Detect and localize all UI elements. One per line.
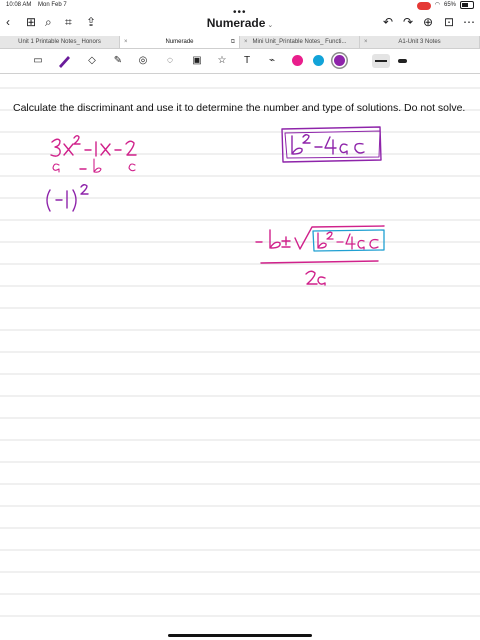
tab-label: Numerade (165, 39, 194, 45)
lasso-icon[interactable]: ◌ (162, 53, 178, 69)
redo-icon[interactable]: ↷ (403, 13, 413, 31)
tab-a1-unit-3-notes[interactable]: × A1-Unit 3 Notes (360, 36, 480, 48)
tab-numerade[interactable]: × Numerade ⧉ (120, 36, 240, 48)
status-right: ◠ 65% (416, 0, 474, 10)
status-date: Mon Feb 7 (38, 2, 67, 8)
annotation-toolbar: ▭ ◇ ✎ ◎ ◌ ▣ ☆ T ⌁ (0, 49, 480, 74)
chevron-down-icon: ⌄ (267, 22, 274, 29)
more-options-icon[interactable]: ⋯ (463, 13, 475, 31)
bookmark-page-icon[interactable]: ⊡ (444, 13, 454, 31)
handwriting-layer (46, 126, 385, 286)
tab-label: Mini Unit_Printable Notes_ Functi... (252, 39, 347, 45)
star-icon[interactable]: ☆ (214, 53, 230, 69)
battery-percent: 65% (443, 2, 456, 8)
color-swatch-purple[interactable] (334, 55, 345, 66)
status-time: 10:08 AM (6, 2, 32, 8)
image-icon[interactable]: ▣ (189, 53, 205, 69)
tab-mini-unit-notes[interactable]: × Mini Unit_Printable Notes_ Functi... (240, 36, 360, 48)
eraser-icon[interactable]: ◇ (84, 53, 100, 69)
stroke-thin-icon (375, 60, 387, 62)
undo-icon[interactable]: ↶ (383, 13, 393, 31)
close-tab-icon[interactable]: × (364, 36, 368, 48)
color-swatch-pink[interactable] (292, 55, 303, 66)
add-page-icon[interactable]: ⊕ (423, 13, 433, 31)
quadratic-formula-ink (255, 225, 385, 286)
navigation-bar: ••• ‹ ⊞ ⌕ ⌗ ⇪ Numerade ⌄ ↶ ↷ ⊕ ⊡ ⋯ (0, 7, 480, 36)
close-tab-icon[interactable]: × (124, 36, 128, 48)
boxed-formula-ink (281, 126, 382, 163)
tab-options-icon[interactable]: ⧉ (231, 36, 235, 48)
tab-unit-1-notes[interactable]: Unit 1 Printable Notes_ Honors (0, 36, 120, 48)
color-swatch-cyan[interactable] (313, 55, 324, 66)
note-page[interactable]: Calculate the discriminant and use it to… (0, 74, 480, 634)
coeff-label-ink (52, 158, 136, 173)
radicand-ink (317, 231, 379, 250)
tab-label: A1-Unit 3 Notes (398, 39, 441, 45)
shapes-icon[interactable]: ◎ (135, 53, 151, 69)
home-indicator[interactable] (168, 634, 312, 637)
stroke-thick-icon[interactable] (398, 59, 407, 63)
laser-pointer-icon[interactable]: ⌁ (264, 53, 280, 69)
text-icon[interactable]: T (239, 53, 255, 69)
highlighter-icon[interactable]: ✎ (110, 53, 126, 69)
read-mode-icon[interactable]: ▭ (30, 53, 46, 69)
document-title-text: Numerade (206, 16, 266, 30)
document-tabs: Unit 1 Printable Notes_ Honors × Numerad… (0, 36, 480, 49)
tab-label: Unit 1 Printable Notes_ Honors (18, 39, 101, 45)
screen-recording-icon (416, 1, 431, 10)
wifi-icon: ◠ (434, 2, 440, 8)
close-tab-icon[interactable]: × (244, 36, 248, 48)
pen-icon[interactable] (56, 53, 72, 69)
battery-icon (460, 1, 474, 9)
b-squared-ink (46, 184, 89, 212)
